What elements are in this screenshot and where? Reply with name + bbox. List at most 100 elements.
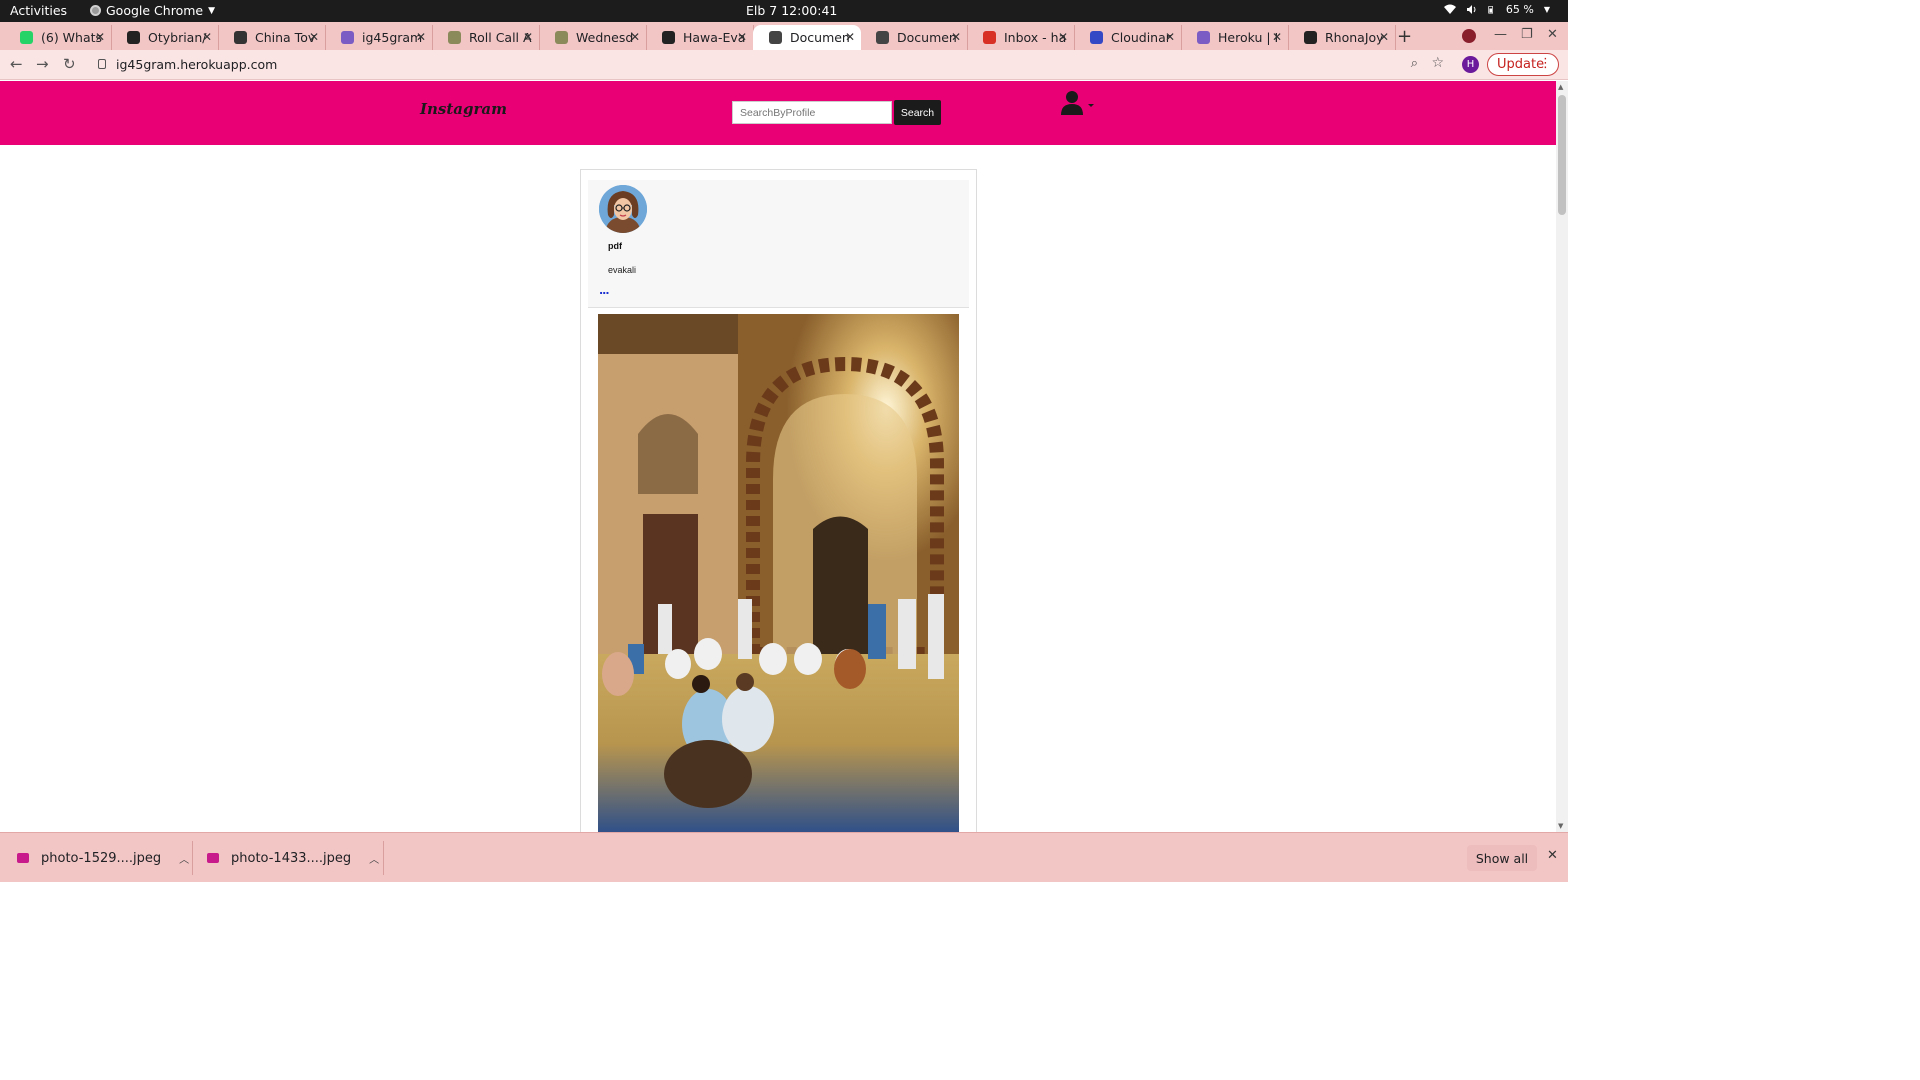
browser-tab[interactable]: (6) Whats ✕ (4, 25, 112, 50)
system-top-bar: Activities Google Chrome ▼ Elb 7 12:00:4… (0, 0, 1568, 22)
browser-tab[interactable]: Cloudinar ✕ (1074, 25, 1182, 50)
scroll-down-icon[interactable]: ▼ (1558, 822, 1563, 830)
post-image[interactable] (598, 314, 959, 834)
close-tab-icon[interactable]: ✕ (95, 30, 105, 44)
download-filename: photo-1529....jpeg (41, 850, 162, 866)
gmail-icon (983, 31, 996, 44)
close-tab-icon[interactable]: ✕ (951, 30, 961, 44)
post-card: pdf evakali ... (580, 169, 977, 849)
search-button[interactable]: Search (894, 100, 941, 125)
caret-down-icon: ▼ (208, 5, 216, 16)
download-filename: photo-1433....jpeg (231, 850, 352, 866)
page-scrollbar[interactable]: ▲ ▼ (1556, 81, 1568, 832)
battery-icon (1488, 6, 1493, 14)
site-navbar: Instagram Search (0, 81, 1556, 145)
restore-icon[interactable]: ❐ (1521, 27, 1533, 42)
browser-tab[interactable]: Inbox - ha ✕ (967, 25, 1075, 50)
close-tab-icon[interactable]: ✕ (416, 30, 426, 44)
new-tab-icon[interactable]: + (1397, 26, 1412, 47)
chevron-up-icon[interactable]: ︿ (369, 851, 379, 866)
close-tab-icon[interactable]: ✕ (523, 30, 533, 44)
globe-icon (876, 31, 889, 44)
browser-tab[interactable]: Hawa-Eva ✕ (646, 25, 754, 50)
close-shelf-icon[interactable]: ✕ (1547, 848, 1558, 863)
browser-toolbar: ← → ↻ ig45gram.herokuapp.com ⌕ ☆ H Updat… (0, 50, 1568, 80)
bookmark-star-icon[interactable]: ☆ (1431, 55, 1444, 71)
heroku-icon (341, 31, 354, 44)
tree-icon (448, 31, 461, 44)
browser-tab[interactable]: ig45gram ✕ (325, 25, 433, 50)
browser-tab[interactable]: Documen ✕ (860, 25, 968, 50)
chrome-icon (90, 5, 101, 16)
browser-tab[interactable]: Otybrian/✕ (111, 25, 219, 50)
close-tab-icon[interactable]: ✕ (1058, 30, 1068, 44)
browser-tab[interactable]: Roll Call A ✕ (432, 25, 540, 50)
close-tab-icon[interactable]: ✕ (737, 30, 747, 44)
browser-tab[interactable]: Wednesd ✕ (539, 25, 647, 50)
globe-icon (769, 31, 782, 44)
close-tab-icon[interactable]: ✕ (1165, 30, 1175, 44)
more-options-button[interactable]: ... (599, 284, 610, 297)
system-tray[interactable]: 65 % ▼ (1443, 3, 1550, 16)
tab-search-icon[interactable] (1462, 29, 1476, 43)
whatsapp-icon (20, 31, 33, 44)
heroku-icon (1197, 31, 1210, 44)
close-tab-icon[interactable]: ✕ (1272, 30, 1282, 44)
back-arrow-icon[interactable]: ← (10, 55, 23, 73)
update-label: Update (1497, 57, 1545, 72)
update-button[interactable]: Update ⋮ (1487, 53, 1559, 76)
kebab-menu-icon[interactable]: ⋮ (1539, 56, 1552, 71)
brand-logo[interactable]: Instagram (420, 100, 507, 118)
user-menu-icon[interactable] (1061, 90, 1097, 120)
app-menu[interactable]: Google Chrome ▼ (90, 3, 215, 18)
tab-strip: (6) Whats ✕ Otybrian/✕ China Tov ✕ ig45gram ✕ R… (0, 22, 1568, 50)
lock-icon (98, 59, 106, 69)
download-item[interactable]: photo-1529....jpeg ︿ (17, 833, 189, 883)
power-caret-icon: ▼ (1543, 5, 1550, 14)
url-text[interactable]: ig45gram.herokuapp.com (116, 57, 277, 72)
close-tab-icon[interactable]: ✕ (1379, 30, 1389, 44)
tree-icon (555, 31, 568, 44)
github-icon (127, 31, 140, 44)
clock[interactable]: Elb 7 12:00:41 (746, 3, 837, 18)
minimize-icon[interactable]: — (1494, 27, 1507, 42)
download-item[interactable]: photo-1433....jpeg ︿ (207, 833, 379, 883)
chevron-up-icon[interactable]: ︿ (179, 851, 189, 866)
download-shelf: photo-1529....jpeg ︿ photo-1433....jpeg … (0, 832, 1568, 882)
battery-percent: 65 % (1505, 3, 1534, 16)
forward-arrow-icon[interactable]: → (36, 55, 49, 73)
wifi-icon (1443, 4, 1456, 14)
close-tab-icon[interactable]: ✕ (845, 30, 855, 44)
post-caption: evakali (608, 265, 637, 275)
close-tab-icon[interactable]: ✕ (202, 30, 212, 44)
image-file-icon (207, 853, 219, 863)
app-name: Google Chrome (106, 3, 204, 18)
browser-tab[interactable]: Documen ✕ (753, 25, 861, 50)
close-window-icon[interactable]: ✕ (1547, 27, 1558, 42)
volume-icon (1466, 5, 1476, 14)
profile-avatar-image[interactable] (599, 185, 647, 233)
github-icon (1304, 31, 1317, 44)
divider (192, 841, 193, 875)
post-header: pdf evakali ... (588, 180, 969, 308)
zoom-icon[interactable]: ⌕ (1411, 56, 1418, 71)
browser-tab[interactable]: China Tov ✕ (218, 25, 326, 50)
site-icon (234, 31, 247, 44)
scrollbar-thumb[interactable] (1558, 95, 1566, 215)
search-input[interactable] (732, 101, 892, 124)
reload-icon[interactable]: ↻ (63, 55, 76, 73)
browser-tab[interactable]: RhonaJoy ✕ (1288, 25, 1396, 50)
activities-button[interactable]: Activities (10, 3, 67, 18)
post-username[interactable]: pdf (608, 241, 622, 251)
address-bar[interactable]: ig45gram.herokuapp.com ⌕ ☆ (90, 53, 1460, 77)
scroll-up-icon[interactable]: ▲ (1558, 83, 1563, 91)
show-all-button[interactable]: Show all (1467, 845, 1537, 871)
divider (383, 841, 384, 875)
image-file-icon (17, 853, 29, 863)
profile-avatar[interactable]: H (1462, 56, 1479, 73)
browser-tab[interactable]: Heroku | I ✕ (1181, 25, 1289, 50)
cloud-icon (1090, 31, 1103, 44)
close-tab-icon[interactable]: ✕ (630, 30, 640, 44)
github-icon (662, 31, 675, 44)
close-tab-icon[interactable]: ✕ (309, 30, 319, 44)
